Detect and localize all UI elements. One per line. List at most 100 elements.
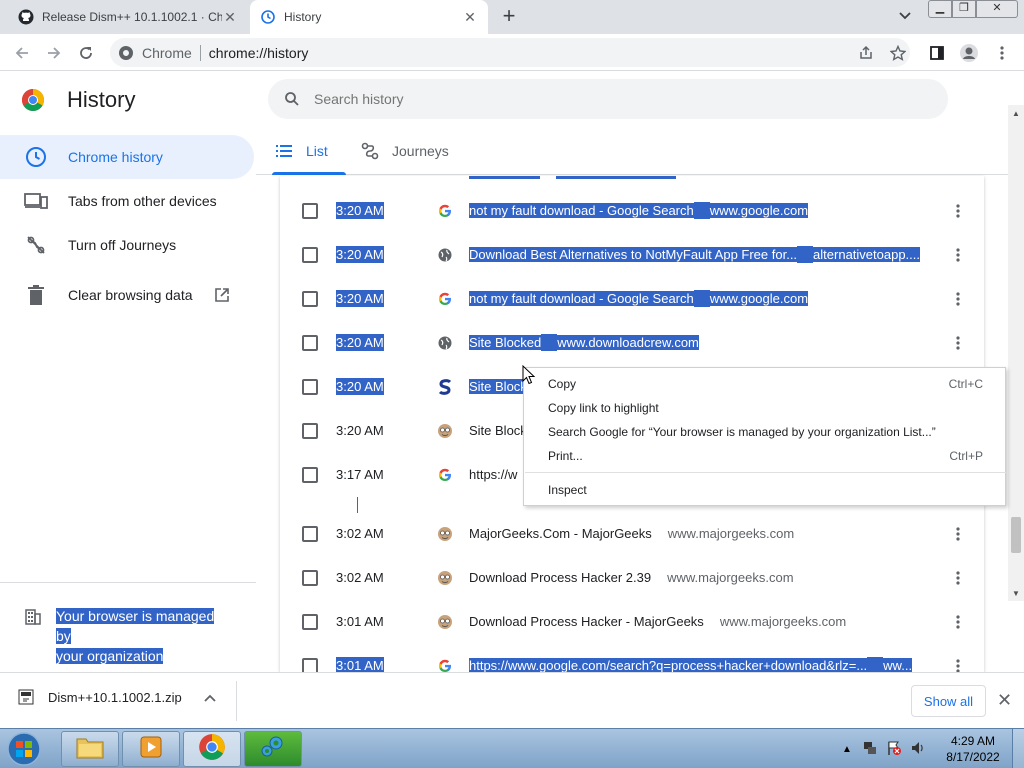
taskbar-chrome-button[interactable] xyxy=(183,731,241,767)
more-actions-icon[interactable] xyxy=(948,656,968,672)
row-checkbox[interactable] xyxy=(302,291,318,307)
history-row[interactable]: 3:20 AM Site Blocked www.downloadcrew.co… xyxy=(280,321,984,365)
row-title[interactable]: Download Process Hacker 2.39 xyxy=(469,570,651,585)
row-title[interactable]: Site Block xyxy=(469,379,527,394)
managed-browser-notice[interactable]: Your browser is managed by your organiza… xyxy=(24,606,226,666)
row-checkbox[interactable] xyxy=(302,658,318,672)
more-actions-icon[interactable] xyxy=(948,524,968,544)
row-checkbox[interactable] xyxy=(302,570,318,586)
chevron-up-icon[interactable] xyxy=(204,691,216,705)
show-desktop-button[interactable] xyxy=(1012,729,1024,768)
scrollbar-thumb[interactable] xyxy=(1011,517,1021,553)
taskbar-explorer-button[interactable] xyxy=(61,731,119,767)
tab-journeys[interactable]: Journeys xyxy=(360,127,449,175)
row-title[interactable]: Site Block xyxy=(469,422,527,439)
tab-search-chevron-icon[interactable] xyxy=(896,8,914,26)
forward-button[interactable] xyxy=(42,41,66,65)
row-title-and-domain[interactable]: not my fault download - Google Search ww… xyxy=(469,290,809,307)
more-actions-icon[interactable] xyxy=(948,289,968,309)
history-row[interactable]: 3:20 AM not my fault download - Google S… xyxy=(280,277,984,321)
url-text[interactable]: chrome://history xyxy=(209,45,309,61)
tab-release-dism[interactable]: Release Dism++ 10.1.1002.1 · Ch ✕ xyxy=(8,0,248,34)
row-checkbox[interactable] xyxy=(302,423,318,439)
menu-kebab-icon[interactable] xyxy=(991,42,1013,64)
bookmark-star-icon[interactable] xyxy=(887,42,909,64)
row-title-and-domain[interactable]: Download Best Alternatives to NotMyFault… xyxy=(469,246,921,263)
context-menu-item-print[interactable]: Print... Ctrl+P xyxy=(524,444,1007,468)
scroll-down-arrow-icon[interactable]: ▼ xyxy=(1012,589,1020,598)
row-title[interactable]: https://w xyxy=(469,466,517,483)
back-button[interactable] xyxy=(10,41,34,65)
history-row[interactable]: 3:01 AM https://www.google.com/search?q=… xyxy=(280,644,984,672)
chrome-site-icon[interactable] xyxy=(118,45,134,61)
context-menu-item-inspect[interactable]: Inspect xyxy=(524,478,1007,502)
row-title[interactable]: Site Blocked xyxy=(469,335,542,350)
download-item[interactable]: Dism++10.1.1002.1.zip xyxy=(18,689,182,705)
row-checkbox[interactable] xyxy=(302,335,318,351)
more-actions-icon[interactable] xyxy=(948,333,968,353)
start-button[interactable] xyxy=(4,731,48,767)
reload-button[interactable] xyxy=(74,41,98,65)
sidebar-item-chrome-history[interactable]: Chrome history xyxy=(0,135,254,179)
action-center-flag-icon[interactable] xyxy=(886,740,902,759)
profile-avatar-icon[interactable] xyxy=(958,42,980,64)
row-title-and-domain[interactable]: Download Process Hacker 2.39 www.majorgee… xyxy=(469,569,794,586)
volume-icon[interactable] xyxy=(910,740,926,759)
search-input[interactable] xyxy=(314,91,914,107)
context-menu-item-copy[interactable]: Copy Ctrl+C xyxy=(524,372,1007,396)
tab-history[interactable]: History ✕ xyxy=(250,0,488,34)
more-actions-icon[interactable] xyxy=(948,612,968,632)
close-tab-icon[interactable]: ✕ xyxy=(222,9,238,25)
tab-list[interactable]: List xyxy=(274,127,328,175)
row-title-and-domain[interactable]: Download Process Hacker - MajorGeeks www.… xyxy=(469,613,846,630)
row-checkbox[interactable] xyxy=(302,467,318,483)
row-checkbox[interactable] xyxy=(302,247,318,263)
address-bar[interactable]: Chrome chrome://history xyxy=(110,38,910,67)
row-title[interactable]: not my fault download - Google Search xyxy=(469,203,694,218)
context-menu-item-copy-link-to-highlight[interactable]: Copy link to highlight xyxy=(524,396,1007,420)
row-checkbox[interactable] xyxy=(302,614,318,630)
sidebar-item-tabs-other-devices[interactable]: Tabs from other devices xyxy=(0,179,254,223)
taskbar-clock[interactable]: 4:29 AM 8/17/2022 xyxy=(938,733,1008,765)
row-title[interactable]: MajorGeeks.Com - MajorGeeks xyxy=(469,526,652,541)
history-row[interactable]: 3:20 AM Download Best Alternatives to No… xyxy=(280,233,984,277)
side-panel-icon[interactable] xyxy=(926,42,948,64)
history-row[interactable]: 3:20 AM not my fault download - Google S… xyxy=(280,189,984,233)
more-actions-icon[interactable] xyxy=(948,568,968,588)
close-tab-icon[interactable]: ✕ xyxy=(462,9,478,25)
sidebar-item-clear-browsing-data[interactable]: Clear browsing data xyxy=(0,273,254,317)
show-hidden-icons-icon[interactable]: ▲ xyxy=(842,744,852,755)
scroll-up-arrow-icon[interactable]: ▲ xyxy=(1012,109,1020,118)
new-tab-button[interactable]: + xyxy=(498,5,520,28)
more-actions-icon[interactable] xyxy=(948,245,968,265)
row-title[interactable]: https://www.google.com/search?q=process+… xyxy=(469,658,868,672)
row-title-and-domain[interactable]: Site Block xyxy=(469,378,527,395)
taskbar-dism-button[interactable] xyxy=(244,731,302,767)
row-title[interactable]: Download Process Hacker - MajorGeeks xyxy=(469,614,704,629)
row-title-and-domain[interactable]: https://www.google.com/search?q=process+… xyxy=(469,657,913,672)
taskbar-media-player-button[interactable] xyxy=(122,731,180,767)
row-title-and-domain[interactable]: not my fault download - Google Search ww… xyxy=(469,202,809,219)
search-history-box[interactable] xyxy=(268,79,948,119)
row-checkbox[interactable] xyxy=(302,379,318,395)
row-checkbox[interactable] xyxy=(302,203,318,219)
history-row[interactable]: 3:02 AM Download Process Hacker 2.39 www.… xyxy=(280,556,984,600)
show-all-button[interactable]: Show all xyxy=(911,685,986,717)
restore-button[interactable]: ❐ xyxy=(952,0,976,18)
history-row[interactable]: 3:02 AM MajorGeeks.Com - MajorGeeks www.m… xyxy=(280,512,984,556)
row-title-and-domain[interactable]: MajorGeeks.Com - MajorGeeks www.majorgeek… xyxy=(469,525,794,542)
row-title-and-domain[interactable]: Site Blocked www.downloadcrew.com xyxy=(469,334,699,351)
row-title[interactable]: not my fault download - Google Search xyxy=(469,291,694,306)
page-scrollbar[interactable]: ▲ ▼ xyxy=(1008,105,1024,601)
network-icon[interactable] xyxy=(862,740,878,759)
history-row[interactable]: 3:01 AM Download Process Hacker - MajorG… xyxy=(280,600,984,644)
sidebar-item-turn-off-journeys[interactable]: Turn off Journeys xyxy=(0,223,254,267)
context-menu-item-search-google[interactable]: Search Google for “Your browser is manag… xyxy=(524,420,1007,444)
row-title[interactable]: Download Best Alternatives to NotMyFault… xyxy=(469,247,798,262)
more-actions-icon[interactable] xyxy=(948,201,968,221)
share-icon[interactable] xyxy=(855,42,877,64)
minimize-button[interactable]: ▁ xyxy=(928,0,952,18)
close-window-button[interactable]: ✕ xyxy=(976,0,1018,18)
close-download-bar-icon[interactable]: ✕ xyxy=(997,690,1012,711)
row-checkbox[interactable] xyxy=(302,526,318,542)
